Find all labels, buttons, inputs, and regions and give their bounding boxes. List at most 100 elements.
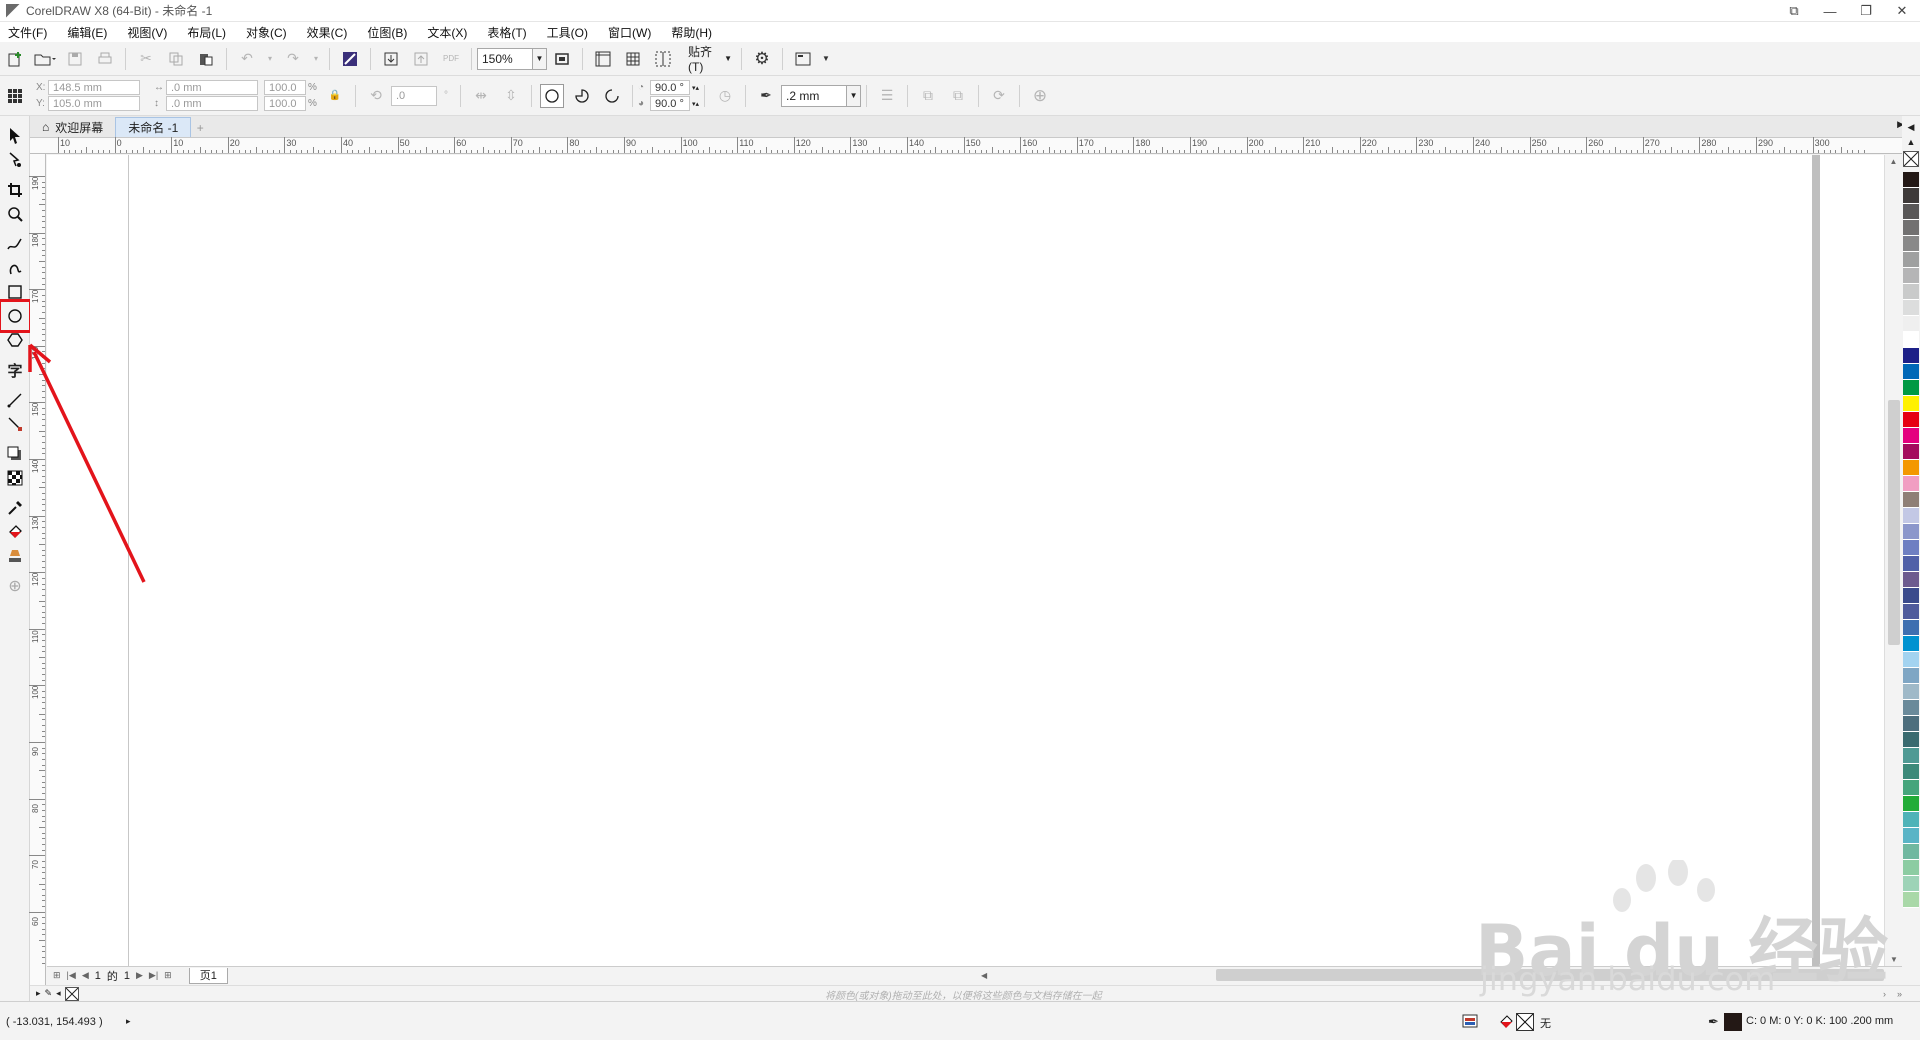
- start-angle-field[interactable]: 90.0 °: [650, 80, 690, 95]
- close-button[interactable]: ✕: [1884, 0, 1920, 22]
- to-front-icon[interactable]: ⧉: [916, 84, 940, 108]
- width-field[interactable]: .0 mm: [166, 80, 258, 95]
- freehand-tool-icon[interactable]: [3, 232, 27, 256]
- palette-scroll-up-icon[interactable]: ▲: [1902, 137, 1920, 147]
- undo-dropdown-icon[interactable]: ▾: [265, 47, 275, 71]
- palette-swatch[interactable]: [1903, 268, 1919, 284]
- palette-swatch[interactable]: [1903, 636, 1919, 652]
- status-expand-icon[interactable]: ▸: [126, 1016, 131, 1027]
- show-guidelines-icon[interactable]: [651, 47, 675, 71]
- show-rulers-icon[interactable]: [591, 47, 615, 71]
- edit-pen-icon[interactable]: ✎: [45, 988, 53, 999]
- palette-swatch[interactable]: [1903, 652, 1919, 668]
- palette-swatch[interactable]: [1903, 572, 1919, 588]
- palette-swatch[interactable]: [1903, 508, 1919, 524]
- tab-welcome-screen[interactable]: ⌂ 欢迎屏幕: [30, 117, 115, 137]
- restore-panel-icon[interactable]: ⧉: [1776, 0, 1812, 22]
- last-page-icon[interactable]: ▶|: [149, 970, 158, 981]
- palette-swatch[interactable]: [1903, 300, 1919, 316]
- palette-swatch[interactable]: [1903, 524, 1919, 540]
- import-icon[interactable]: [379, 47, 403, 71]
- vertical-scroll-thumb[interactable]: [1888, 400, 1900, 645]
- redo-dropdown-icon[interactable]: ▾: [311, 47, 321, 71]
- palette-swatch[interactable]: [1903, 236, 1919, 252]
- open-folder-icon[interactable]: [33, 47, 57, 71]
- prev-page-icon[interactable]: ◀: [82, 970, 89, 981]
- palette-swatch[interactable]: [1903, 604, 1919, 620]
- vertical-ruler[interactable]: 190 180 170 160 150 140 130 120 110 100 90 80 70 60: [29, 154, 46, 986]
- eyedropper-tool-icon[interactable]: [3, 496, 27, 520]
- menu-file[interactable]: 文件(F): [8, 24, 47, 41]
- menu-table[interactable]: 表格(T): [487, 24, 526, 41]
- palette-swatch[interactable]: [1903, 892, 1919, 908]
- snap-to-button[interactable]: 贴齐(T) ▼: [684, 45, 736, 74]
- menu-tools[interactable]: 工具(O): [547, 24, 588, 41]
- new-tab-plus-icon[interactable]: +: [191, 119, 209, 137]
- horizontal-ruler[interactable]: 10 0 10 20 30 40 50 60 70 80 90 100 110 120 130 140 150 1…: [30, 137, 1902, 154]
- palette-swatch[interactable]: [1903, 348, 1919, 364]
- palette-swatch[interactable]: [1903, 396, 1919, 412]
- chevron-down-icon[interactable]: ▼: [846, 85, 861, 106]
- no-color-swatch[interactable]: [1903, 151, 1919, 167]
- vertical-scrollbar[interactable]: ▲ ▼: [1884, 155, 1902, 966]
- palette-swatch[interactable]: [1903, 220, 1919, 236]
- connector-tool-icon[interactable]: [3, 412, 27, 436]
- new-document-icon[interactable]: [3, 47, 27, 71]
- arc-mode-icon[interactable]: [600, 84, 624, 108]
- palette-swatch[interactable]: [1903, 764, 1919, 780]
- menu-bitmaps[interactable]: 位图(B): [367, 24, 407, 41]
- paste-icon[interactable]: [194, 47, 218, 71]
- shape-tool-icon[interactable]: [3, 148, 27, 172]
- change-direction-icon[interactable]: ◷: [713, 84, 737, 108]
- palette-swatch[interactable]: [1903, 588, 1919, 604]
- show-grid-icon[interactable]: [621, 47, 645, 71]
- palette-swatch[interactable]: [1903, 444, 1919, 460]
- export-icon[interactable]: [409, 47, 433, 71]
- no-color-swatch[interactable]: [64, 986, 79, 1001]
- palette-swatch[interactable]: [1903, 860, 1919, 876]
- palette-swatch[interactable]: [1903, 716, 1919, 732]
- palette-swatch[interactable]: [1903, 780, 1919, 796]
- menu-help[interactable]: 帮助(H): [671, 24, 712, 41]
- scroll-up-icon[interactable]: ▲: [1885, 157, 1902, 166]
- search-content-icon[interactable]: [338, 47, 362, 71]
- palette-swatch[interactable]: [1903, 412, 1919, 428]
- full-screen-preview-icon[interactable]: [550, 47, 574, 71]
- text-wrap-icon[interactable]: ☰: [875, 84, 899, 108]
- zoom-tool-icon[interactable]: [3, 202, 27, 226]
- maximize-button[interactable]: ❐: [1848, 0, 1884, 22]
- pick-tool-icon[interactable]: [3, 124, 27, 148]
- spin-icon[interactable]: ▾▴: [692, 100, 699, 108]
- mirror-horizontal-icon[interactable]: ⇹: [469, 84, 493, 108]
- to-back-icon[interactable]: ⧉: [946, 84, 970, 108]
- menu-window[interactable]: 窗口(W): [608, 24, 651, 41]
- palette-swatch[interactable]: [1903, 380, 1919, 396]
- palette-swatch[interactable]: [1903, 540, 1919, 556]
- redo-icon[interactable]: ↷: [281, 47, 305, 71]
- y-position-field[interactable]: 105.0 mm: [48, 96, 140, 111]
- page-tab-1[interactable]: 页1: [188, 967, 228, 984]
- copy-icon[interactable]: [164, 47, 188, 71]
- scale-y-field[interactable]: 100.0: [264, 96, 306, 111]
- palette-swatch[interactable]: [1903, 620, 1919, 636]
- menu-view[interactable]: 视图(V): [127, 24, 167, 41]
- cut-icon[interactable]: ✂: [134, 47, 158, 71]
- height-field[interactable]: .0 mm: [166, 96, 258, 111]
- scroll-end-icon[interactable]: »: [1897, 989, 1902, 999]
- palette-swatch[interactable]: [1903, 796, 1919, 812]
- publish-pdf-icon[interactable]: PDF: [439, 47, 463, 71]
- palette-swatch[interactable]: [1903, 172, 1919, 188]
- rectangle-tool-icon[interactable]: [3, 280, 27, 304]
- lock-ratio-icon[interactable]: 🔒: [323, 84, 347, 108]
- minimize-button[interactable]: —: [1812, 0, 1848, 22]
- palette-swatch[interactable]: [1903, 188, 1919, 204]
- dimension-tool-icon[interactable]: [3, 388, 27, 412]
- ellipse-tool-icon[interactable]: [0, 299, 32, 333]
- menu-effects[interactable]: 效果(C): [307, 24, 348, 41]
- palette-swatch[interactable]: [1903, 684, 1919, 700]
- hscroll-left-icon[interactable]: ◀: [981, 971, 987, 980]
- palette-swatch[interactable]: [1903, 476, 1919, 492]
- menu-object[interactable]: 对象(C): [246, 24, 287, 41]
- palette-swatch[interactable]: [1903, 284, 1919, 300]
- scale-x-field[interactable]: 100.0: [264, 80, 306, 95]
